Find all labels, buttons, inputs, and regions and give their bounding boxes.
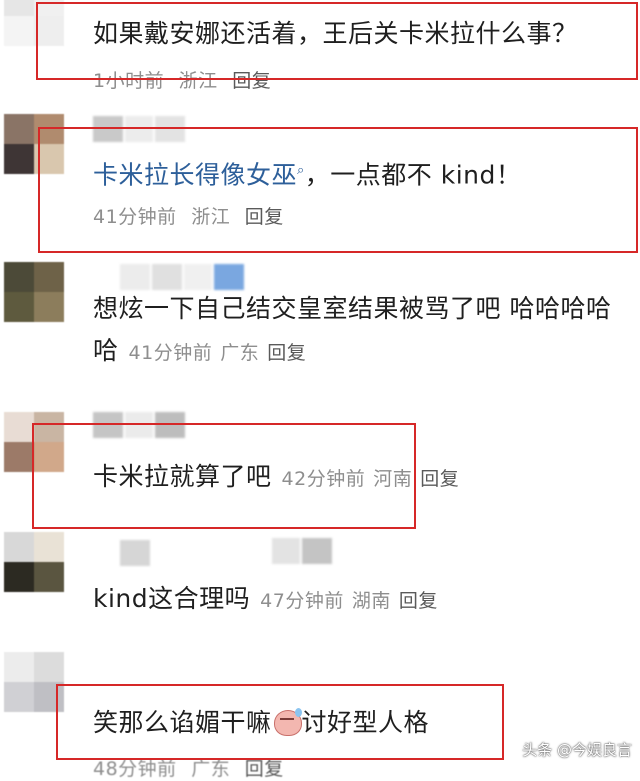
comment-text-suffix: ，一点都不 kind！ (304, 160, 522, 190)
username-blurred[interactable] (93, 412, 185, 438)
comment-meta: 47分钟前 湖南 回复 (260, 590, 438, 612)
comment-text-main: 卡米拉就算了吧 (93, 462, 272, 491)
comment-text: 笑那么谄媚干嘛 讨好型人格 (93, 702, 429, 744)
avatar[interactable] (4, 412, 64, 472)
comment-location: 浙江 (191, 206, 231, 228)
comment-text-main: kind这合理吗 (93, 584, 251, 613)
comment-text-suffix: 讨好型人格 (301, 708, 430, 737)
username-blurred[interactable] (120, 540, 150, 566)
search-icon[interactable]: ⌕ (297, 163, 305, 178)
comment-text-main: 笑那么谄媚干嘛 (93, 708, 272, 737)
comment-location: 浙江 (178, 70, 218, 92)
reply-button[interactable]: 回复 (232, 70, 271, 92)
avatar[interactable] (4, 0, 64, 46)
username-blurred[interactable] (120, 264, 244, 290)
sweat-smile-emoji (272, 708, 302, 736)
comment-meta: 42分钟前 河南 回复 (282, 468, 460, 490)
comment-time: 47分钟前 (260, 590, 344, 612)
reply-button[interactable]: 回复 (399, 590, 438, 612)
username-blurred[interactable] (93, 116, 185, 142)
comment-location: 河南 (373, 468, 413, 490)
comment-meta: 48分钟前 广东 回复 (93, 754, 284, 781)
comment-text: 卡米拉长得像女巫⌕，一点都不 kind！ (93, 150, 521, 196)
username-blurred[interactable] (272, 538, 332, 564)
watermark: 头条 @今娱良言 (522, 741, 632, 759)
comment-time: 42分钟前 (281, 468, 366, 490)
avatar[interactable] (4, 262, 64, 322)
reply-button[interactable]: 回复 (420, 468, 459, 490)
comment-time: 48分钟前 (93, 758, 177, 780)
avatar[interactable] (4, 532, 64, 592)
comment-text: 卡米拉就算了吧 42分钟前 河南 回复 (93, 456, 459, 500)
reply-button[interactable]: 回复 (267, 342, 306, 364)
comment-text-main: 卡米拉长得像女巫 (93, 160, 298, 190)
comment-text: 想炫一下自己结交皇室结果被骂了吧 哈哈哈哈哈 41分钟前 广东 回复 (93, 288, 613, 374)
reply-button[interactable]: 回复 (245, 758, 284, 780)
comment-meta: 1小时前 浙江 回复 (93, 66, 271, 93)
comment-text: kind这合理吗 47分钟前 湖南 回复 (93, 578, 438, 622)
comment-location: 广东 (220, 342, 260, 364)
comment-time: 41分钟前 (128, 342, 213, 364)
comment-meta: 41分钟前 广东 回复 (129, 342, 307, 364)
comment-location: 湖南 (351, 590, 391, 612)
avatar[interactable] (4, 652, 64, 712)
avatar[interactable] (4, 114, 64, 174)
reply-button[interactable]: 回复 (245, 206, 284, 228)
comment-text: 如果戴安娜还活着，王后关卡米拉什么事？ (93, 19, 578, 48)
comment-time: 41分钟前 (93, 206, 177, 228)
comment-time: 1小时前 (93, 70, 165, 92)
comment-meta: 41分钟前 浙江 回复 (93, 202, 284, 229)
comment-location: 广东 (191, 758, 231, 780)
